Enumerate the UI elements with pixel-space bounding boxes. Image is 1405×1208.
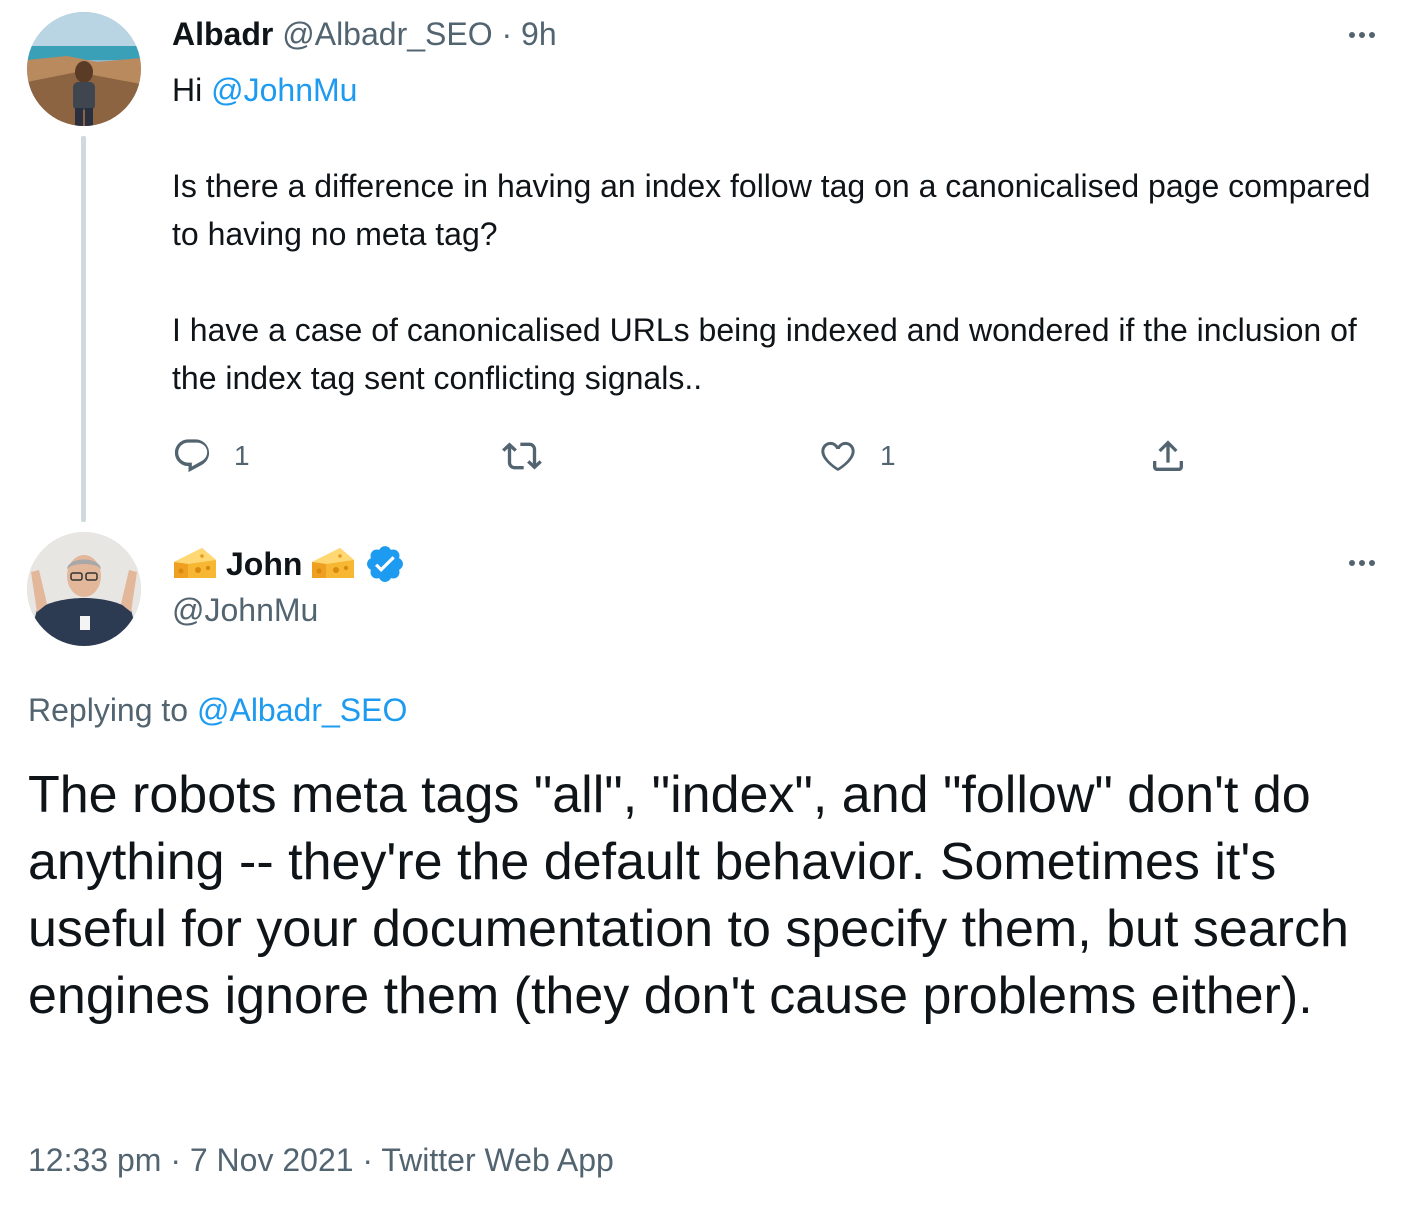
john-avatar[interactable]: [27, 532, 141, 646]
tweet-time[interactable]: 9h: [521, 16, 557, 52]
tweet-paragraph-1: Is there a difference in having an index…: [172, 168, 1371, 252]
parent-tweet-text: Hi @JohnMu Is there a difference in havi…: [172, 66, 1372, 402]
tweet-paragraph-2: I have a case of canonicalised URLs bein…: [172, 312, 1357, 396]
greeting-text: Hi: [172, 72, 203, 108]
albadr-avatar[interactable]: [27, 12, 141, 126]
replying-to-line: Replying to @Albadr_SEO: [28, 688, 407, 732]
share-button[interactable]: [1148, 432, 1188, 480]
parent-tweet-header: Albadr @Albadr_SEO · 9h: [172, 14, 557, 54]
reply-author-handle[interactable]: @JohnMu: [172, 590, 318, 630]
replying-to-handle-link[interactable]: @Albadr_SEO: [197, 692, 407, 728]
retweet-button[interactable]: [502, 432, 542, 480]
like-count: 1: [880, 440, 896, 471]
share-icon: [1153, 440, 1183, 471]
replying-to-label: Replying to: [28, 692, 189, 728]
tweet-timestamp-source[interactable]: 12:33 pm · 7 Nov 2021 · Twitter Web App: [28, 1138, 614, 1182]
verified-badge-icon[interactable]: [364, 543, 406, 585]
reply-author-row: John: [172, 540, 406, 588]
author-name[interactable]: John: [226, 546, 302, 583]
cheese-emoji-icon: [312, 548, 355, 578]
more-options-icon[interactable]: [1340, 25, 1384, 45]
like-button[interactable]: 1: [818, 432, 896, 480]
reply-button[interactable]: 1: [172, 432, 250, 480]
heart-icon: [821, 441, 855, 471]
mention-link[interactable]: @JohnMu: [211, 72, 357, 108]
author-name[interactable]: Albadr: [172, 16, 273, 52]
reply-count: 1: [234, 440, 250, 471]
reply-icon: [174, 439, 210, 473]
header-separator: ·: [501, 16, 513, 52]
retweet-icon: [502, 442, 542, 470]
parent-tweet[interactable]: Albadr @Albadr_SEO · 9h Hi @JohnMu Is th…: [0, 0, 1405, 522]
tweet-actions-bar: 1 1: [0, 432, 1405, 480]
more-options-icon[interactable]: [1340, 553, 1384, 573]
reply-tweet-text: The robots meta tags "all", "index", and…: [28, 766, 1349, 1025]
author-handle[interactable]: @Albadr_SEO: [282, 16, 492, 52]
cheese-emoji-icon: [174, 548, 216, 578]
greeting-line: Hi @JohnMu: [172, 66, 1372, 114]
